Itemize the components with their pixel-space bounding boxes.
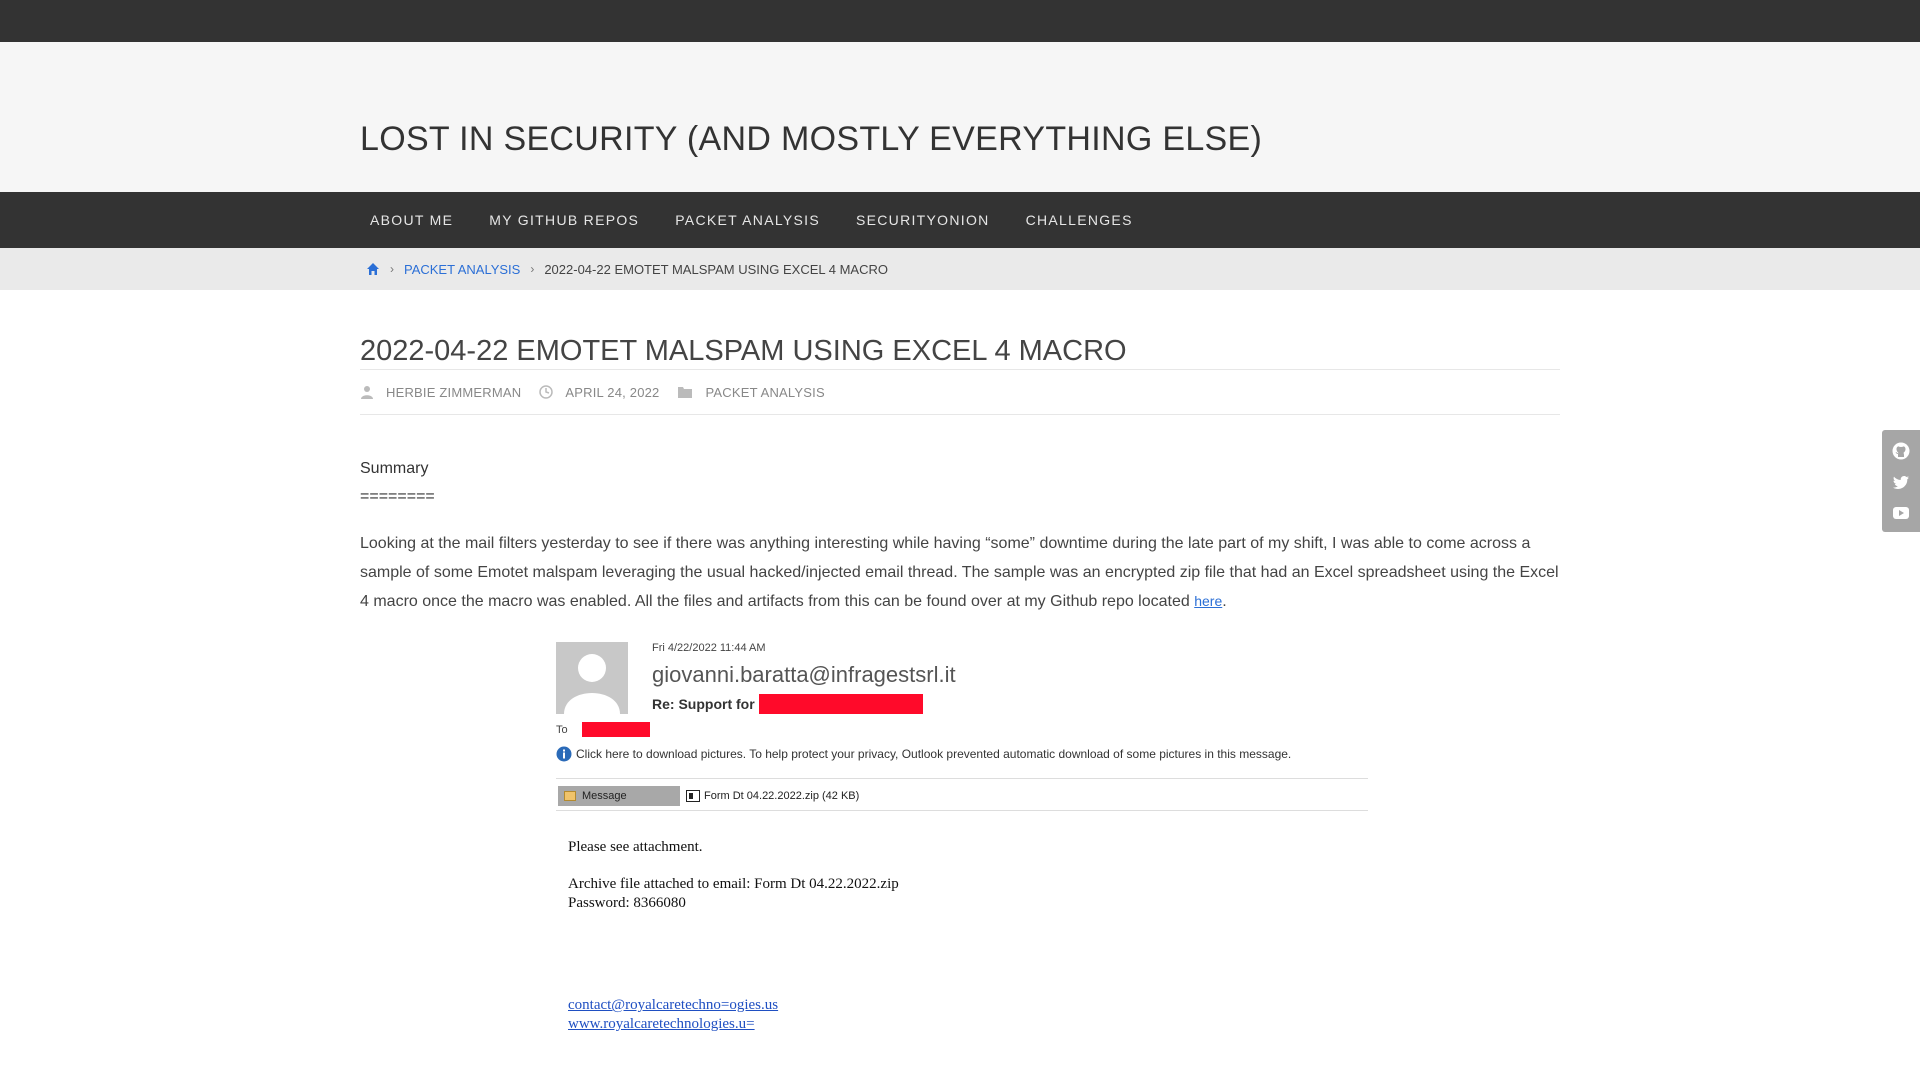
email-to-label: To (556, 723, 568, 736)
post-date[interactable]: APRIL 24, 2022 (565, 385, 659, 400)
nav-item-challenges[interactable]: CHALLENGES (1008, 192, 1151, 248)
message-tab-label: Message (582, 790, 627, 802)
envelope-icon (564, 791, 576, 801)
clock-icon (539, 385, 554, 399)
breadcrumb: › PACKET ANALYSIS › 2022-04-22 EMOTET MA… (366, 248, 888, 290)
site-header: LOST IN SECURITY (AND MOSTLY EVERYTHING … (0, 42, 1920, 192)
avatar (556, 642, 628, 714)
email-body-line: Please see attachment. (568, 839, 703, 855)
email-body: Please see attachment. Archive file atta… (568, 838, 899, 913)
summary-heading: Summary (360, 460, 429, 477)
summary-section: Summary ======== (360, 455, 1560, 511)
zip-file-icon (686, 790, 700, 802)
email-to: To (556, 722, 650, 737)
email-date: Fri 4/22/2022 11:44 AM (652, 642, 766, 654)
info-icon (556, 746, 572, 762)
email-body-line: Archive file attached to email: Form Dt … (568, 876, 899, 892)
nav-item-packet-analysis[interactable]: PACKET ANALYSIS (657, 192, 838, 248)
message-tab[interactable]: Message (558, 786, 680, 806)
breadcrumb-bar: › PACKET ANALYSIS › 2022-04-22 EMOTET MA… (0, 248, 1920, 290)
email-body-line: Password: 8366080 (568, 895, 686, 911)
site-title[interactable]: LOST IN SECURITY (AND MOSTLY EVERYTHING … (360, 120, 1262, 159)
email-tabs: Message Form Dt 04.22.2022.zip (42 KB) (558, 786, 859, 806)
divider (556, 810, 1368, 811)
github-repo-link[interactable]: here (1194, 593, 1222, 609)
twitter-icon[interactable] (1892, 475, 1910, 491)
folder-icon (678, 387, 693, 398)
email-subject-text: Re: Support for (652, 696, 755, 712)
nav-item-securityonion[interactable]: SECURITYONION (838, 192, 1008, 248)
email-screenshot: Fri 4/22/2022 11:44 AM giovanni.baratta@… (556, 638, 1376, 1058)
paragraph-text: Looking at the mail filters yesterday to… (360, 535, 1559, 610)
nav-item-github-repos[interactable]: MY GITHUB REPOS (471, 192, 657, 248)
chevron-right-icon: › (530, 262, 535, 276)
nav-item-about-me[interactable]: ABOUT ME (352, 192, 471, 248)
post-category[interactable]: PACKET ANALYSIS (705, 385, 824, 400)
intro-paragraph: Looking at the mail filters yesterday to… (360, 529, 1560, 616)
user-icon (361, 386, 373, 399)
breadcrumb-current: 2022-04-22 EMOTET MALSPAM USING EXCEL 4 … (544, 261, 888, 277)
breadcrumb-category[interactable]: PACKET ANALYSIS (404, 262, 520, 277)
post-meta: HERBIE ZIMMERMAN APRIL 24, 2022 PACKET A… (360, 370, 1560, 415)
post-author[interactable]: HERBIE ZIMMERMAN (386, 385, 521, 400)
top-bar (0, 0, 1920, 42)
github-icon[interactable] (1892, 442, 1910, 460)
summary-rule: ======== (360, 488, 435, 505)
email-website-link[interactable]: www.royalcaretechnologies.u= (568, 1015, 778, 1034)
email-from: giovanni.baratta@infragestsrl.it (652, 662, 956, 687)
paragraph-end: . (1222, 593, 1227, 610)
main-nav: ABOUT ME MY GITHUB REPOS PACKET ANALYSIS… (0, 192, 1920, 248)
email-info-text: Click here to download pictures. To help… (576, 747, 1292, 761)
email-links: contact@royalcaretechno=ogies.us www.roy… (568, 996, 778, 1034)
email-contact-link[interactable]: contact@royalcaretechno=ogies.us (568, 996, 778, 1015)
email-subject: Re: Support for (652, 694, 923, 714)
youtube-icon[interactable] (1892, 506, 1910, 520)
attachment[interactable]: Form Dt 04.22.2022.zip (42 KB) (686, 790, 859, 802)
post-content: 2022-04-22 EMOTET MALSPAM USING EXCEL 4 … (360, 320, 1560, 616)
redaction-block (758, 694, 923, 714)
divider (556, 778, 1368, 779)
social-sidebar (1882, 430, 1920, 532)
attachment-label: Form Dt 04.22.2022.zip (42 KB) (704, 790, 860, 802)
chevron-right-icon: › (390, 262, 394, 276)
email-info-bar[interactable]: Click here to download pictures. To help… (556, 746, 1291, 762)
post-title: 2022-04-22 EMOTET MALSPAM USING EXCEL 4 … (360, 320, 1560, 370)
home-icon[interactable] (366, 262, 380, 276)
redaction-block (581, 722, 650, 737)
